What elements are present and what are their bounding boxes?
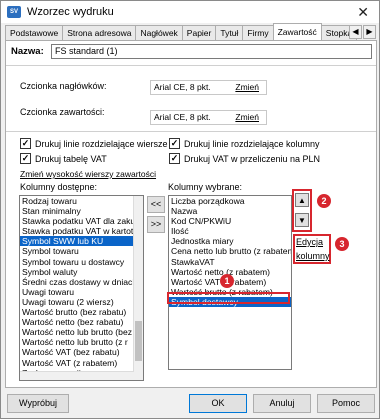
add-columns-button[interactable]: >> — [147, 216, 165, 233]
tab-scroll-right-icon[interactable]: ▶ — [363, 25, 376, 39]
name-label: Nazwa: — [11, 46, 44, 57]
list-item[interactable]: Ilość — [169, 226, 291, 236]
list-item[interactable]: Stawka podatku VAT w kartot — [20, 226, 143, 236]
tab-papier[interactable]: Papier — [181, 25, 217, 40]
content-panel: Nazwa: FS standard (1) Czcionka nagłówkó… — [5, 40, 377, 388]
divider — [6, 131, 376, 132]
column-lines-label: Drukuj linie rozdzielające kolumny — [184, 138, 320, 149]
header-font-text: Arial CE, 8 pkt. — [154, 82, 211, 92]
content-font-label: Czcionka zawartości: — [20, 107, 105, 117]
change-content-font-link[interactable]: Zmień — [235, 111, 259, 124]
list-item[interactable]: Wartość netto lub brutto (z r — [20, 337, 143, 347]
vat-table-label: Drukuj tabelę VAT — [35, 153, 107, 164]
list-item[interactable]: Symbol waluty — [20, 267, 143, 277]
tab-strona-adresowa[interactable]: Strona adresowa — [62, 25, 137, 40]
header-font-value: Arial CE, 8 pkt. Zmień — [150, 80, 267, 95]
list-item[interactable]: Cena netto lub brutto (z rabatem — [169, 246, 291, 256]
checkbox-checked-icon: ✓ — [20, 138, 31, 149]
list-item[interactable]: Uwagi towaru — [20, 287, 143, 297]
list-item[interactable]: Symbol towaru — [20, 246, 143, 256]
list-item[interactable]: Uwagi towaru (2 wiersz) — [20, 297, 143, 307]
list-item[interactable]: Wartość netto lub brutto (bez — [20, 327, 143, 337]
arrow-up-icon: ▲ — [298, 195, 306, 205]
available-columns-list[interactable]: Rodzaj towaru Stan minimalny Stawka podatk… — [19, 195, 144, 381]
scrollbar-thumb[interactable] — [135, 321, 142, 361]
row-height-link[interactable]: Zmień wysokość wierszy zawartości — [20, 169, 156, 179]
title-bar: SV Wzorzec wydruku ✕ — [1, 1, 379, 23]
tab-scroll-left-icon[interactable]: ◀ — [349, 25, 362, 39]
tab-podstawowe[interactable]: Podstawowe — [5, 25, 64, 40]
list-item[interactable]: Kod CN/PKWiU — [169, 216, 291, 226]
list-item[interactable]: Jednostka miary — [169, 236, 291, 246]
available-items: Rodzaj towaru Stan minimalny Stawka podatk… — [20, 196, 143, 378]
vertical-scrollbar[interactable] — [133, 196, 143, 380]
horizontal-scrollbar[interactable] — [20, 371, 134, 380]
list-item[interactable]: Wartość VAT (bez rabatu) — [20, 347, 143, 357]
row-lines-label: Drukuj linie rozdzielające wiersze — [35, 138, 168, 149]
list-item[interactable]: Stawka podatku VAT dla zaku — [20, 216, 143, 226]
arrow-down-icon: ▼ — [298, 215, 306, 225]
list-item[interactable]: Nazwa — [169, 206, 291, 216]
vat-table-checkbox[interactable]: ✓ Drukuj tabelę VAT — [20, 153, 107, 164]
marker-1-icon: 1 — [220, 274, 234, 288]
move-down-button[interactable]: ▼ — [295, 213, 309, 227]
ok-button[interactable]: OK — [189, 394, 247, 413]
list-item[interactable]: StawkaVAT — [169, 257, 291, 267]
list-item[interactable]: Wartość brutto (bez rabatu) — [20, 307, 143, 317]
tab-strip: Podstawowe Strona adresowa Nagłówek Papi… — [5, 23, 379, 41]
checkbox-checked-icon: ✓ — [169, 138, 180, 149]
highlight-selected-column — [167, 292, 290, 304]
column-lines-checkbox[interactable]: ✓ Drukuj linie rozdzielające kolumny — [169, 138, 320, 149]
tab-zawartosc[interactable]: Zawartość — [272, 23, 322, 40]
tab-tytul[interactable]: Tytuł — [215, 25, 244, 40]
available-columns-label: Kolumny dostępne: — [20, 182, 98, 192]
list-item[interactable]: Symbol towaru u dostawcy — [20, 257, 143, 267]
app-logo-icon: SV — [7, 6, 21, 18]
content-font-value: Arial CE, 8 pkt. Zmień — [150, 110, 267, 125]
test-print-button[interactable]: Wypróbuj — [7, 394, 69, 413]
move-up-button[interactable]: ▲ — [295, 193, 309, 207]
content-font-text: Arial CE, 8 pkt. — [154, 112, 211, 122]
vat-pln-checkbox[interactable]: ✓ Drukuj VAT w przeliczeniu na PLN — [169, 153, 320, 164]
help-button[interactable]: Pomoc — [317, 394, 375, 413]
edit-column-link-line1[interactable]: Edycja — [296, 237, 323, 247]
tab-firmy[interactable]: Firmy — [242, 25, 274, 40]
tab-naglowek[interactable]: Nagłówek — [135, 25, 183, 40]
cancel-button[interactable]: Anuluj — [253, 394, 311, 413]
vat-pln-label: Drukuj VAT w przeliczeniu na PLN — [184, 153, 321, 164]
checkbox-checked-icon: ✓ — [20, 153, 31, 164]
edit-column-link-line2[interactable]: kolumny — [296, 251, 330, 261]
dialog-window: SV Wzorzec wydruku ✕ Podstawowe Strona a… — [0, 0, 380, 419]
list-item[interactable]: Średni czas dostawy w dniach — [20, 277, 143, 287]
close-icon[interactable]: ✕ — [357, 4, 369, 21]
marker-3-icon: 3 — [335, 237, 349, 251]
window-title: Wzorzec wydruku — [27, 6, 114, 18]
chosen-items: Liczba porządkowa Nazwa Kod CN/PKWiU Ilość J… — [169, 196, 291, 308]
marker-2-icon: 2 — [317, 194, 331, 208]
list-item[interactable]: Rodzaj towaru — [20, 196, 143, 206]
remove-columns-button[interactable]: << — [147, 196, 165, 213]
name-field[interactable]: FS standard (1) — [51, 44, 372, 59]
divider — [6, 65, 376, 66]
list-item[interactable]: Wartość netto (bez rabatu) — [20, 317, 143, 327]
chosen-columns-label: Kolumny wybrane: — [168, 182, 243, 192]
header-font-label: Czcionka nagłówków: — [20, 81, 107, 91]
checkbox-checked-icon: ✓ — [169, 153, 180, 164]
row-lines-checkbox[interactable]: ✓ Drukuj linie rozdzielające wiersze — [20, 138, 168, 149]
list-item[interactable]: Symbol SWW lub KU — [20, 236, 143, 247]
list-item[interactable]: Stan minimalny — [20, 206, 143, 216]
list-item[interactable]: Liczba porządkowa — [169, 196, 291, 206]
change-header-font-link[interactable]: Zmień — [235, 81, 259, 94]
list-item[interactable]: Wartość VAT (z rabatem) — [20, 358, 143, 368]
